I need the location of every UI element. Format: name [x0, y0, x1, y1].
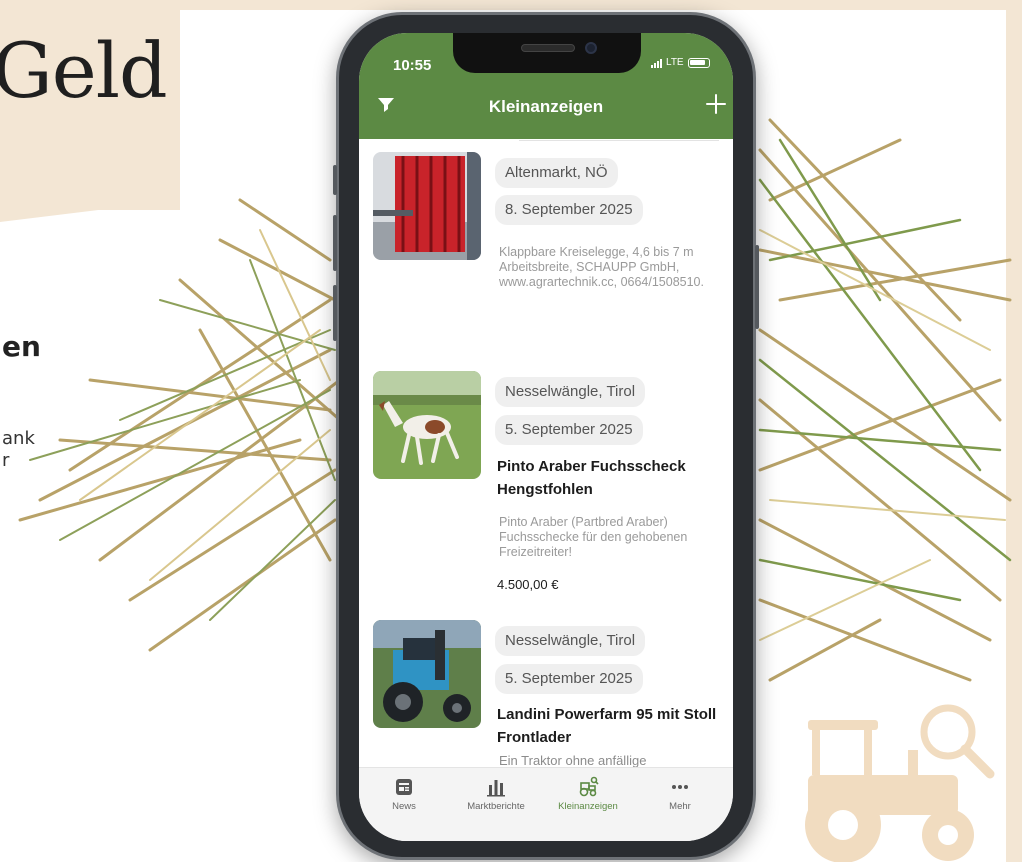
battery-icon: [687, 57, 710, 68]
listing-image-horse[interactable]: [373, 371, 481, 479]
newspaper-icon: [396, 779, 412, 795]
background-headline: Geld: [0, 26, 168, 115]
phone-screen: 10:55 LTE Kleinanzeigen Altenmarkt, NÖ 8…: [359, 33, 733, 841]
tractor-search-icon: [805, 704, 995, 862]
phone-notch: [453, 33, 641, 73]
listing-location: Nesselwängle, Tirol: [495, 626, 646, 656]
tab-news[interactable]: News: [359, 776, 449, 812]
listing-location: Nesselwängle, Tirol: [495, 377, 646, 407]
listing-description: Ein Traktor ohne anfällige: [499, 753, 647, 767]
bottom-tab-bar: News Marktberichte Kleinanzeigen Mehr: [359, 767, 733, 841]
phone-frame: 10:55 LTE Kleinanzeigen Altenmarkt, NÖ 8…: [333, 12, 759, 860]
listing-image-harrow[interactable]: [373, 152, 481, 260]
tab-label: Marktberichte: [467, 801, 525, 812]
phone-power-button: [755, 245, 759, 329]
tab-kleinanzeigen[interactable]: Kleinanzeigen: [543, 776, 633, 812]
background-side-text: ank r: [2, 428, 35, 472]
listing-image-tractor[interactable]: [373, 620, 481, 728]
listing-date: 8. September 2025: [495, 195, 643, 225]
side-text-line-1: ank: [2, 428, 35, 449]
more-dots-icon: [672, 785, 688, 789]
phone-volume-up: [333, 215, 337, 271]
listing-date: 5. September 2025: [495, 415, 643, 445]
network-label: LTE: [666, 57, 684, 68]
tab-marktberichte[interactable]: Marktberichte: [451, 776, 541, 812]
background-strip-right: [1006, 0, 1022, 862]
front-camera: [585, 42, 597, 54]
listing-title: Pinto Araber Fuchsscheck Hengstfohlen: [497, 458, 686, 498]
listing-location: Altenmarkt, NÖ: [495, 158, 618, 188]
signal-icon: [651, 58, 662, 68]
listing-title: Landini Powerfarm 95 mit Stoll Frontlade…: [497, 706, 717, 746]
app-title: Kleinanzeigen: [488, 97, 604, 116]
add-listing-icon[interactable]: [705, 93, 727, 115]
status-time: 10:55: [393, 57, 432, 74]
tab-label: Kleinanzeigen: [558, 801, 618, 812]
status-indicators: LTE: [651, 57, 710, 68]
listing-price: 4.500,00 €: [497, 577, 559, 592]
background-subheading: en: [2, 330, 41, 363]
phone-volume-down: [333, 285, 337, 341]
listing-description: Klappbare Kreiselegge, 4,6 bis 7 m Arbei…: [499, 245, 704, 289]
listing-description: Pinto Araber (Partbred Araber) Fuchssche…: [499, 515, 688, 559]
tab-mehr[interactable]: Mehr: [635, 776, 725, 812]
tab-label: News: [392, 801, 416, 812]
bar-chart-icon: [487, 780, 505, 797]
listings-list[interactable]: Altenmarkt, NÖ 8. September 2025 Klappba…: [359, 139, 733, 767]
listing-date: 5. September 2025: [495, 664, 643, 694]
phone-mute-switch: [333, 165, 337, 195]
tractor-icon: [579, 776, 599, 797]
speaker-grille: [521, 44, 575, 52]
tab-label: Mehr: [669, 801, 691, 812]
list-divider: [519, 140, 719, 141]
side-text-line-2: r: [2, 450, 10, 471]
